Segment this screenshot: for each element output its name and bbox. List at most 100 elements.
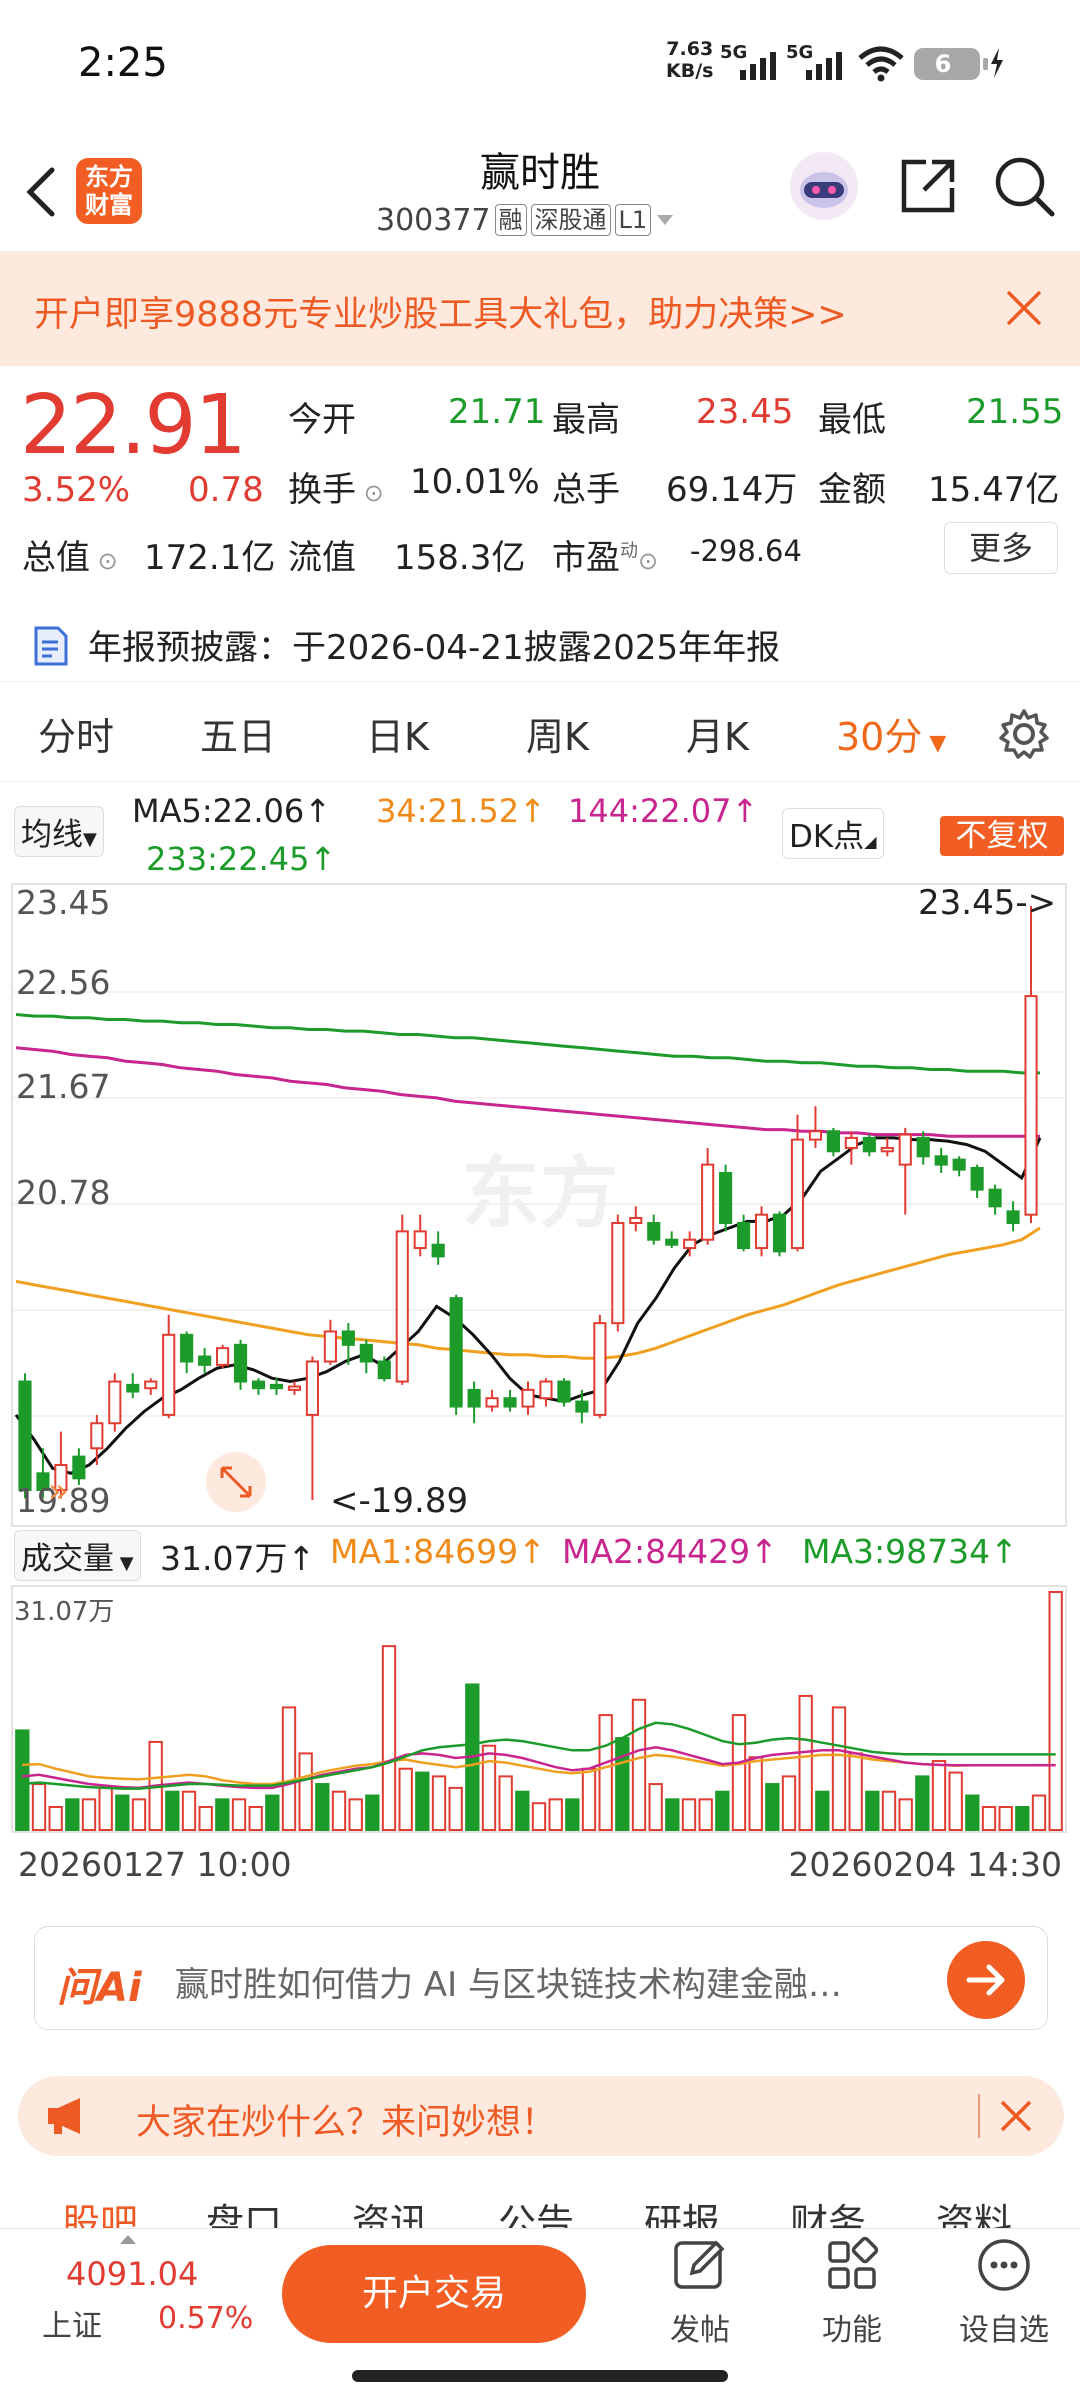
- info-icon[interactable]: ⊙: [90, 547, 118, 575]
- volume-bar-down: [15, 1729, 30, 1831]
- caret-down-icon: ▼: [114, 1553, 134, 1574]
- candle-down: [557, 1380, 571, 1403]
- candle-up: [683, 1238, 697, 1250]
- add-watchlist-button[interactable]: 设自选: [944, 2235, 1064, 2349]
- volume-bar-down: [265, 1794, 280, 1832]
- low-label: 最低: [818, 400, 886, 440]
- gear-icon[interactable]: [998, 708, 1050, 760]
- open-value: 21.71: [448, 392, 546, 432]
- more-button[interactable]: 更多: [944, 522, 1058, 574]
- tab-orderbook[interactable]: 盘口: [206, 2192, 282, 2230]
- candle-up: [701, 1163, 715, 1241]
- robot-assistant-icon[interactable]: [788, 150, 860, 222]
- share-icon[interactable]: [896, 154, 960, 218]
- tab-daily-k[interactable]: 日K: [366, 706, 429, 761]
- volume-bar-up: [731, 1714, 747, 1831]
- vol-ma1-line: [22, 1753, 1056, 1786]
- caret-up-icon: [120, 2235, 136, 2244]
- volume-bar-down: [1015, 1806, 1030, 1832]
- ma-selector[interactable]: 均线▼: [14, 806, 104, 857]
- candle-down: [180, 1333, 194, 1363]
- vol-ma3-label: MA3:98734↑: [802, 1532, 1018, 1571]
- tab-profile[interactable]: 资料: [936, 2192, 1012, 2230]
- battery-icon: 6: [914, 48, 988, 80]
- candle-up: [108, 1380, 122, 1425]
- report-notice[interactable]: 年报预披露：于2026-04-21披露2025年年报: [0, 606, 1080, 682]
- dk-point-selector[interactable]: DK点◢: [782, 808, 884, 859]
- tab-weekly-k[interactable]: 周K: [526, 706, 589, 761]
- candle-down: [18, 1380, 32, 1491]
- volume-bar-up: [998, 1806, 1013, 1832]
- open-label: 今开: [288, 400, 356, 440]
- tab-forum[interactable]: 股吧: [62, 2192, 138, 2230]
- volume-bar-down: [565, 1798, 580, 1831]
- stock-code-row[interactable]: 300377 融 深股通 L1: [376, 200, 675, 240]
- volume-bar-up: [381, 1645, 397, 1831]
- chart-area[interactable]: 东方 23.45 22.56 21.67 20.78 19.89 23.45-> <-1…: [0, 880, 1080, 1900]
- volume-bar-up: [248, 1806, 263, 1832]
- volume-label: 总手: [552, 470, 620, 510]
- megaphone-icon: [48, 2098, 80, 2134]
- ma34-label: 34:21.52↑: [376, 792, 546, 830]
- tab-finance[interactable]: 财务: [790, 2192, 866, 2230]
- volume-max-label: 31.07万: [14, 1597, 114, 1627]
- ma5-label: MA5:22.06↑: [132, 792, 332, 830]
- function-button[interactable]: 功能: [792, 2235, 912, 2349]
- tab-30min[interactable]: 30分 ▼: [836, 706, 946, 761]
- volume-bar-up: [931, 1760, 947, 1831]
- candle-down: [431, 1243, 445, 1258]
- turnover-value: 10.01%: [410, 462, 540, 502]
- y-tick-label: 21.67: [16, 1067, 110, 1106]
- ma233-label: 233:22.45↑: [146, 840, 337, 878]
- open-account-trade-button[interactable]: 开户交易: [282, 2245, 586, 2343]
- tab-intraday[interactable]: 分时: [38, 706, 114, 761]
- tab-announcements[interactable]: 公告: [498, 2192, 574, 2230]
- search-icon[interactable]: [992, 154, 1056, 218]
- volume-bar-up: [981, 1806, 997, 1832]
- min-price-label: <-19.89: [330, 1481, 468, 1521]
- volume-bar-up: [681, 1798, 697, 1831]
- volume-bar-up: [48, 1806, 63, 1832]
- home-indicator[interactable]: [352, 2370, 728, 2382]
- promo-banner[interactable]: 开户即享9888元专业炒股工具大礼包，助力决策>>: [0, 252, 1080, 366]
- no-adjust-button[interactable]: 不复权: [940, 816, 1064, 856]
- candle-down: [970, 1166, 984, 1191]
- volume-bar-down: [865, 1790, 880, 1832]
- candle-down: [952, 1158, 966, 1171]
- close-icon[interactable]: [998, 2098, 1034, 2134]
- ai-submit-button[interactable]: [947, 1941, 1025, 2019]
- info-icon[interactable]: ⊙: [356, 479, 384, 507]
- signal1-label: 5G: [720, 42, 747, 63]
- candle-down: [251, 1380, 266, 1390]
- volume-bar-up: [231, 1798, 247, 1831]
- ai-ask-box[interactable]: 问Ai 赢时胜如何借力 AI 与区块链技术构建金融…: [34, 1926, 1048, 2030]
- hot-topics-bar[interactable]: 大家在炒什么？来问妙想！: [18, 2076, 1064, 2156]
- info-icon[interactable]: ⊙: [638, 547, 658, 575]
- more-dots-icon: [978, 2239, 1030, 2291]
- candle-down: [126, 1383, 140, 1393]
- tab-five-day[interactable]: 五日: [200, 706, 276, 761]
- y-tick-label: 22.56: [16, 963, 110, 1002]
- tab-research[interactable]: 研报: [644, 2192, 720, 2230]
- candle-up: [287, 1385, 302, 1391]
- candle-down: [233, 1343, 248, 1383]
- signal2-label: 5G: [786, 42, 813, 63]
- promo-text: 开户即享9888元专业炒股工具大礼包，助力决策>>: [34, 295, 847, 335]
- tab-monthly-k[interactable]: 月K: [686, 706, 749, 761]
- low-value: 21.55: [966, 392, 1064, 432]
- volume-bar-up: [631, 1698, 647, 1831]
- vol-ma2-label: MA2:84429↑: [562, 1532, 778, 1571]
- tab-news[interactable]: 资讯: [352, 2192, 428, 2230]
- volume-bar-up: [531, 1802, 547, 1832]
- function-label: 功能: [822, 2313, 882, 2348]
- close-icon[interactable]: [1004, 288, 1044, 328]
- candle-down: [772, 1213, 787, 1253]
- expand-icon[interactable]: [206, 1452, 266, 1512]
- watermark: 东方: [462, 1149, 618, 1239]
- hot-topics-text: 大家在炒什么？来问妙想！: [136, 2103, 557, 2143]
- volume-bar-down: [515, 1790, 530, 1832]
- volume-bar-down: [815, 1790, 830, 1832]
- post-button[interactable]: 发帖: [640, 2235, 760, 2349]
- candlestick-chart[interactable]: 东方 23.4522.5621.6720.7819.89 23.45-> <-1…: [0, 880, 1080, 1900]
- volume-selector[interactable]: 成交量 ▼: [14, 1530, 141, 1581]
